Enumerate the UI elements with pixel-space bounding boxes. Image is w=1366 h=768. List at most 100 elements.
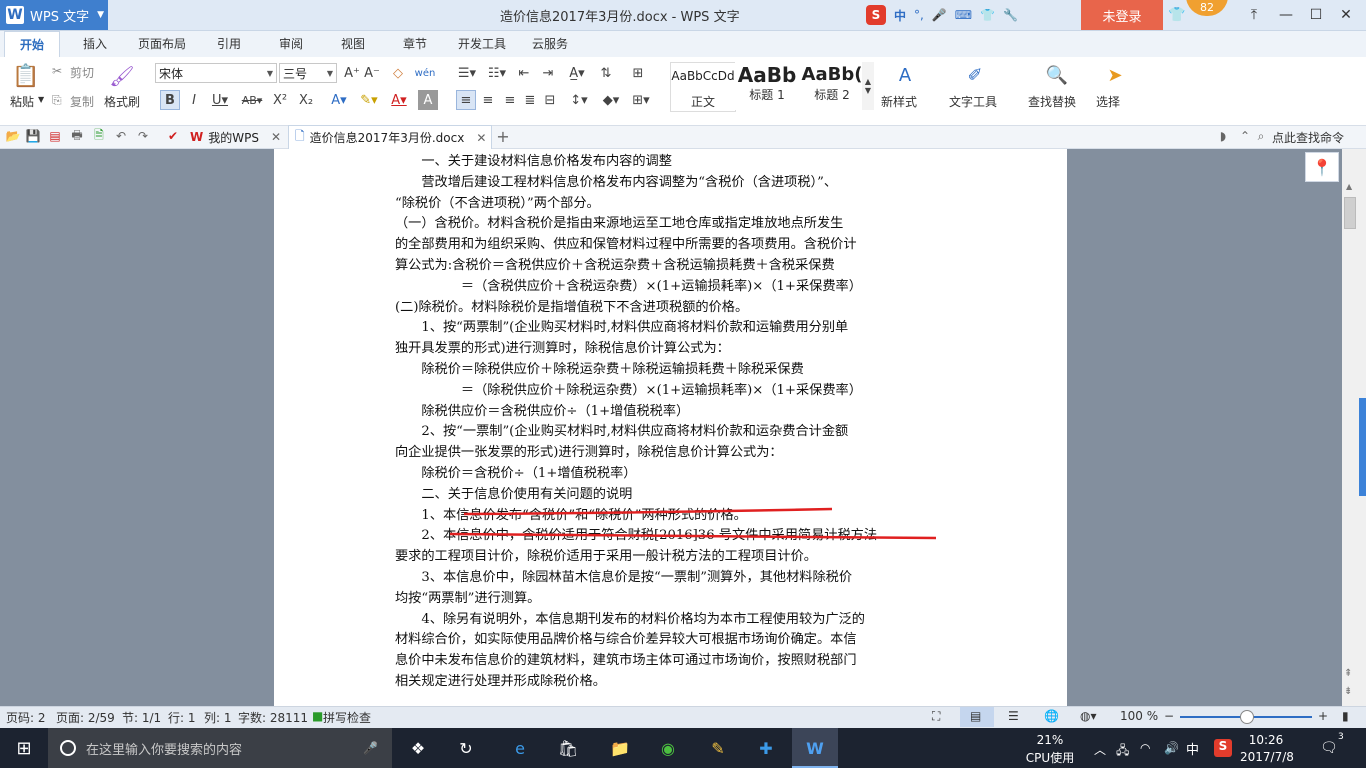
style-heading2[interactable]: AaBb( 标题 2 — [800, 62, 864, 110]
find-replace-icon[interactable]: 🔍 — [1042, 62, 1072, 88]
zoom-in-icon[interactable]: + — [1318, 709, 1328, 723]
italic-button[interactable]: I — [184, 90, 204, 110]
wifi-icon[interactable]: ◠ — [1140, 741, 1150, 755]
tab-cloud[interactable]: 云服务 — [522, 31, 578, 57]
sort-icon[interactable]: ⇅ — [596, 63, 616, 83]
superscript-button[interactable]: X² — [270, 90, 290, 110]
brush-icon[interactable]: 🖌 — [108, 62, 136, 90]
text-tools-button[interactable]: 文字工具 — [949, 93, 997, 110]
line-spacing-button[interactable]: ↕▾ — [566, 90, 592, 110]
outline-view-icon[interactable]: ☰ — [1008, 709, 1019, 723]
location-pin-icon[interactable]: 📍 — [1305, 152, 1339, 182]
format-painter-button[interactable]: 格式刷 — [104, 93, 140, 110]
redo-icon[interactable]: ↷ — [136, 129, 150, 143]
shirt-icon[interactable]: 👕 — [980, 8, 995, 22]
increase-indent-icon[interactable]: ⇥ — [538, 63, 558, 83]
style-heading1[interactable]: AaBb 标题 1 — [735, 62, 799, 110]
taskbar-search-box[interactable]: 在这里输入你要搜索的内容 🎤 — [48, 728, 392, 768]
find-replace-button[interactable]: 查找替换 — [1028, 93, 1076, 110]
zoom-slider-thumb[interactable] — [1240, 710, 1254, 724]
justify-button[interactable]: ≣ — [520, 90, 540, 110]
clear-format-icon[interactable]: ◇ — [388, 63, 408, 83]
wrench-icon[interactable]: 🔧 — [1003, 8, 1018, 22]
copy-button[interactable]: 复制 — [70, 93, 94, 110]
app-menu-button[interactable]: W WPS 文字 ▼ — [0, 0, 108, 30]
close-icon[interactable]: ✕ — [476, 131, 486, 145]
char-shading-button[interactable]: A — [418, 90, 438, 110]
file-explorer-icon[interactable]: 📁 — [600, 732, 640, 764]
remote-tool-icon[interactable]: ✚ — [746, 732, 786, 764]
tab-active-document[interactable]: 🗋 造价信息2017年3月份.docx ✕ — [288, 125, 492, 149]
word-count[interactable]: 字数: 28111 — [238, 709, 308, 726]
ime-lang-indicator[interactable]: 中 — [894, 7, 906, 24]
search-icon[interactable]: ⌕ — [1254, 129, 1268, 143]
microphone-icon[interactable]: 🎤 — [363, 741, 378, 755]
close-button[interactable]: ✕ — [1332, 4, 1360, 26]
web-view-icon[interactable]: 🌐 — [1044, 709, 1059, 723]
maximize-button[interactable]: ☐ — [1302, 4, 1330, 26]
skin-icon[interactable]: 👕 — [1163, 4, 1191, 26]
style-normal[interactable]: AaBbCcDd 正文 — [670, 62, 736, 112]
align-center-button[interactable]: ≡ — [478, 90, 498, 110]
store-icon[interactable]: 🛍 — [548, 732, 588, 764]
edge-browser-icon[interactable]: e — [500, 732, 540, 764]
scroll-up-icon[interactable]: ▲ — [1346, 182, 1352, 191]
shading-button[interactable]: ◆▾ — [598, 90, 624, 110]
strikethrough-button[interactable]: AB▾ — [238, 90, 266, 110]
subscript-button[interactable]: X₂ — [296, 90, 316, 110]
network-icon[interactable]: 🖧 — [1116, 741, 1129, 762]
tab-references[interactable]: 引用 — [204, 31, 254, 57]
tab-view[interactable]: 视图 — [328, 31, 378, 57]
minimize-ribbon-icon[interactable]: ⌃ — [1238, 129, 1252, 143]
minimize-button[interactable]: — — [1272, 4, 1300, 26]
border-button[interactable]: ⊞▾ — [628, 90, 654, 110]
next-page-icon[interactable]: ⇟ — [1344, 686, 1352, 697]
clock-time[interactable]: 10:26 — [1244, 733, 1288, 747]
customize-toolbar-icon[interactable]: ✔ — [166, 129, 180, 143]
prev-page-icon[interactable]: ⇞ — [1344, 668, 1352, 679]
text-tools-icon[interactable]: ✐ — [960, 62, 990, 88]
tab-review[interactable]: 审阅 — [266, 31, 316, 57]
cut-button[interactable]: 剪切 — [70, 64, 94, 81]
paste-button[interactable]: 粘贴 — [10, 93, 34, 110]
scissors-icon[interactable]: ✂ — [52, 64, 62, 78]
table-icon[interactable]: ⊞ — [628, 63, 648, 83]
task-view-icon[interactable]: ❖ — [398, 732, 438, 764]
align-left-button[interactable]: ≡ — [456, 90, 476, 110]
distributed-align-button[interactable]: ⊟ — [540, 90, 560, 110]
scrollbar-thumb[interactable] — [1344, 197, 1356, 229]
chevron-down-icon[interactable]: ▼ — [38, 95, 44, 104]
undo-icon[interactable]: ↶ — [114, 129, 128, 143]
section-indicator[interactable]: 节: 1/1 — [122, 709, 161, 726]
open-folder-icon[interactable]: 📂 — [6, 129, 21, 143]
align-right-button[interactable]: ≡ — [500, 90, 520, 110]
windows-start-icon[interactable]: ⊞ — [0, 728, 48, 768]
zoom-out-icon[interactable]: − — [1164, 709, 1174, 723]
copy-icon[interactable]: ⎘ — [52, 93, 62, 108]
browser-360-icon[interactable]: ↻ — [446, 732, 486, 764]
share-icon[interactable]: ◗ — [1216, 129, 1230, 143]
underline-button[interactable]: U▾ — [208, 90, 232, 110]
text-effect-button[interactable]: A▾ — [326, 90, 352, 110]
select-button[interactable]: 选择 — [1096, 93, 1120, 110]
spell-check-button[interactable]: 拼写检查 — [323, 709, 371, 726]
window-restore-up-icon[interactable]: ⤒ — [1240, 4, 1268, 26]
bold-button[interactable]: B — [160, 90, 180, 110]
fullscreen-icon[interactable]: ⛶ — [932, 709, 940, 724]
sogou-logo-icon[interactable]: S — [866, 5, 886, 25]
print-icon[interactable]: 🖶 — [70, 128, 84, 143]
punct-mode[interactable]: °, — [914, 8, 924, 22]
new-style-button[interactable]: 新样式 — [881, 93, 917, 110]
tab-chapter[interactable]: 章节 — [390, 31, 440, 57]
sogou-tray-icon[interactable]: S — [1214, 739, 1232, 757]
find-command-link[interactable]: 点此查找命令 — [1272, 129, 1344, 146]
action-center-icon[interactable]: 🗨 — [1320, 740, 1338, 756]
ime-indicator[interactable]: 中 — [1186, 739, 1199, 758]
row-indicator[interactable]: 行: 1 — [168, 709, 196, 726]
login-button[interactable]: 未登录 — [1081, 0, 1163, 30]
sogou-ime-toolbar[interactable]: S 中 °, 🎤 ⌨ 👕 🔧 — [866, 2, 1056, 28]
pinyin-guide-icon[interactable]: wén — [412, 63, 438, 83]
notes-app-icon[interactable]: ✎ — [698, 732, 738, 764]
bullet-list-icon[interactable]: ☰▾ — [454, 63, 480, 83]
microphone-icon[interactable]: 🎤 — [932, 8, 947, 22]
